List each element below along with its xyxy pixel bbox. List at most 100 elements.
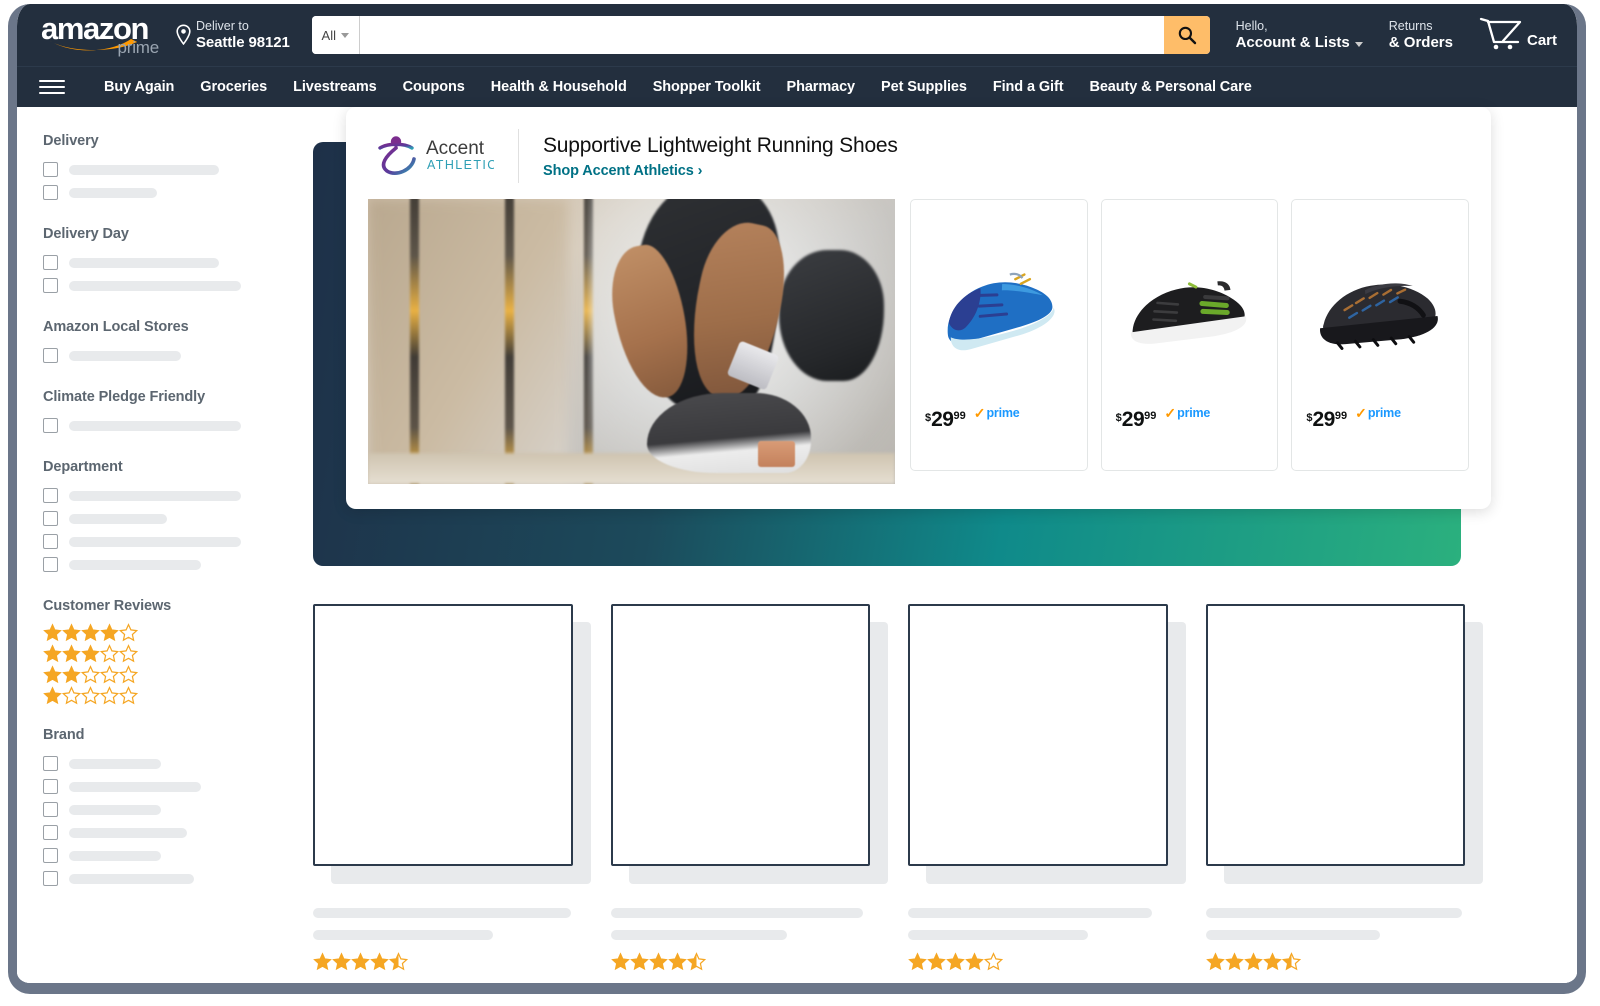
star-icon: [332, 952, 351, 971]
search-button[interactable]: [1164, 16, 1210, 54]
filter-title: Customer Reviews: [43, 598, 291, 614]
result-rating-stars[interactable]: [313, 952, 573, 971]
brand-option-row[interactable]: [43, 867, 291, 890]
nav-item-beauty-personal-care[interactable]: Beauty & Personal Care: [1076, 75, 1264, 99]
brand-option-row[interactable]: [43, 821, 291, 844]
star-icon: [81, 665, 100, 684]
filter-title: Delivery: [43, 133, 291, 149]
shopping-cart-icon: [1479, 17, 1523, 51]
amazon-header: amazon prime Deliver to Seattle 98121 Al…: [17, 4, 1577, 66]
result-title-placeholder: [1206, 908, 1462, 918]
cart-button[interactable]: Cart: [1479, 17, 1557, 53]
nav-item-find-a-gift[interactable]: Find a Gift: [980, 75, 1077, 99]
brand-option-row[interactable]: [43, 844, 291, 867]
nav-item-pet-supplies[interactable]: Pet Supplies: [868, 75, 980, 99]
account-label: Account & Lists: [1236, 34, 1350, 51]
result-card[interactable]: [1206, 604, 1466, 971]
nav-item-buy-again[interactable]: Buy Again: [91, 75, 187, 99]
filter-option-row[interactable]: [43, 181, 291, 204]
checkbox[interactable]: [43, 756, 58, 771]
filter-option-row[interactable]: [43, 251, 291, 274]
star-icon: [370, 952, 389, 971]
filter-option-row[interactable]: [43, 158, 291, 181]
filter-option-row[interactable]: [43, 507, 291, 530]
ad-product-card[interactable]: $2999 ✓prime: [910, 199, 1088, 471]
checkbox[interactable]: [43, 871, 58, 886]
result-rating-stars[interactable]: [611, 952, 871, 971]
nav-item-groceries[interactable]: Groceries: [187, 75, 280, 99]
page-content: Delivery Delivery Day Amazon Local Store…: [17, 107, 1577, 983]
star-icon: [100, 644, 119, 663]
checkbox[interactable]: [43, 825, 58, 840]
nav-item-coupons[interactable]: Coupons: [390, 75, 478, 99]
brand-label-placeholder: [69, 874, 194, 884]
prime-badge: ✓prime: [1355, 406, 1401, 420]
checkbox[interactable]: [43, 185, 58, 200]
product-image: [1304, 210, 1456, 406]
price-currency: $: [1116, 412, 1122, 424]
prime-check-icon: ✓: [1164, 406, 1176, 420]
result-text-placeholders: [908, 908, 1168, 940]
checkbox[interactable]: [43, 557, 58, 572]
hamburger-menu-icon[interactable]: [39, 80, 65, 94]
amazon-logo[interactable]: amazon prime: [39, 13, 157, 57]
checkbox[interactable]: [43, 848, 58, 863]
brand-option-row[interactable]: [43, 775, 291, 798]
nav-item-pharmacy[interactable]: Pharmacy: [774, 75, 869, 99]
checkbox[interactable]: [43, 488, 58, 503]
star-icon: [119, 686, 138, 705]
deliver-to-button[interactable]: Deliver to Seattle 98121: [175, 19, 290, 51]
filter-option-row[interactable]: [43, 414, 291, 437]
ad-product-card[interactable]: $2999 ✓prime: [1291, 199, 1469, 471]
checkbox[interactable]: [43, 255, 58, 270]
checkbox[interactable]: [43, 534, 58, 549]
review-filter-4-stars-up[interactable]: [43, 623, 291, 642]
filter-option-row[interactable]: [43, 344, 291, 367]
filter-option-row[interactable]: [43, 553, 291, 576]
result-rating-stars[interactable]: [908, 952, 1168, 971]
nav-item-health-household[interactable]: Health & Household: [478, 75, 640, 99]
review-filter-1-stars-up[interactable]: [43, 686, 291, 705]
price-row: $2999 ✓prime: [1304, 406, 1456, 458]
nav-item-livestreams[interactable]: Livestreams: [280, 75, 390, 99]
filter-label-placeholder: [69, 421, 241, 431]
account-and-lists-button[interactable]: Hello, Account & Lists: [1236, 19, 1363, 51]
checkbox[interactable]: [43, 418, 58, 433]
brand-label-placeholder: [69, 851, 161, 861]
filter-group-amazon-local-stores: Amazon Local Stores: [43, 319, 291, 367]
filter-option-row[interactable]: [43, 484, 291, 507]
accent-athletics-logo[interactable]: Accent ATHLETICS: [370, 132, 494, 180]
returns-and-orders-button[interactable]: Returns & Orders: [1389, 19, 1453, 51]
main-column: Accent ATHLETICS Supportive Lightweight …: [313, 107, 1577, 983]
result-rating-stars[interactable]: [1206, 952, 1466, 971]
hero-lifestyle-image[interactable]: [368, 199, 895, 484]
search-input[interactable]: [360, 16, 1164, 54]
review-filter-3-stars-up[interactable]: [43, 644, 291, 663]
brand-option-row[interactable]: [43, 798, 291, 821]
price-currency: $: [925, 412, 931, 424]
search-category-select[interactable]: All: [312, 16, 360, 54]
filter-label-placeholder: [69, 491, 241, 501]
shop-brand-link[interactable]: Shop Accent Athletics ›: [543, 163, 1465, 179]
filter-label-placeholder: [69, 281, 241, 291]
result-card[interactable]: [611, 604, 871, 971]
review-filter-2-stars-up[interactable]: [43, 665, 291, 684]
checkbox[interactable]: [43, 348, 58, 363]
brand-option-row[interactable]: [43, 752, 291, 775]
checkbox[interactable]: [43, 779, 58, 794]
filter-option-row[interactable]: [43, 274, 291, 297]
result-card[interactable]: [908, 604, 1168, 971]
filter-label-placeholder: [69, 537, 241, 547]
star-icon: [43, 644, 62, 663]
checkbox[interactable]: [43, 278, 58, 293]
checkbox[interactable]: [43, 802, 58, 817]
checkbox[interactable]: [43, 511, 58, 526]
price-fraction: 99: [1335, 410, 1347, 422]
filter-option-row[interactable]: [43, 530, 291, 553]
product-price: $2999: [1116, 409, 1157, 430]
nav-item-shopper-toolkit[interactable]: Shopper Toolkit: [640, 75, 774, 99]
ad-product-card[interactable]: $2999 ✓prime: [1101, 199, 1279, 471]
checkbox[interactable]: [43, 162, 58, 177]
result-card[interactable]: [313, 604, 573, 971]
star-icon: [908, 952, 927, 971]
